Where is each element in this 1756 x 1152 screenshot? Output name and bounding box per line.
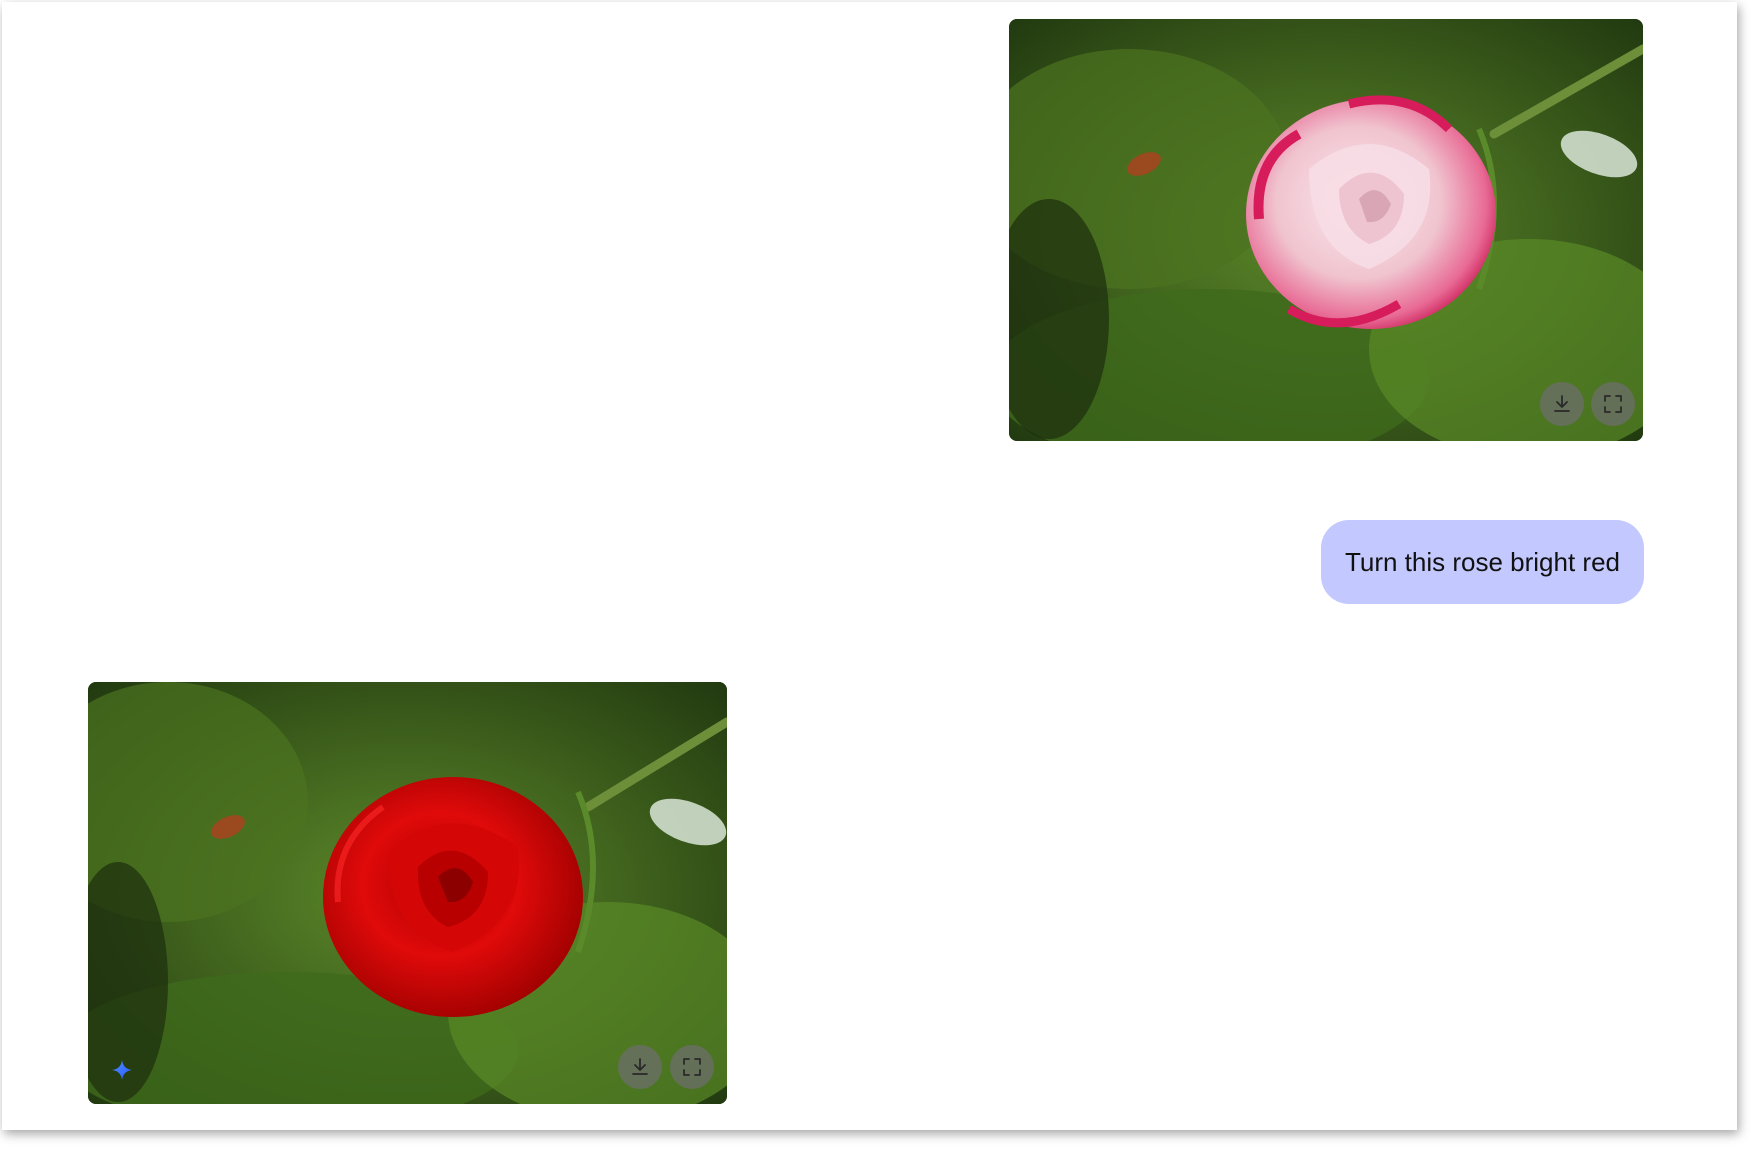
download-icon (1554, 395, 1570, 412)
fullscreen-icon (1604, 395, 1622, 413)
user-message-text: Turn this rose bright red (1344, 546, 1620, 577)
user-message-bubble: Turn this rose bright red (1320, 520, 1644, 604)
sparkle-icon (112, 1060, 132, 1080)
fullscreen-icon (683, 1058, 701, 1076)
chat-window: Turn this rose bright red (2, 2, 1737, 1130)
fullscreen-button[interactable] (670, 1045, 714, 1089)
download-button[interactable] (1540, 382, 1584, 426)
fullscreen-button[interactable] (1591, 382, 1635, 426)
download-button[interactable] (618, 1045, 662, 1089)
generated-image[interactable] (88, 682, 727, 1104)
download-icon (632, 1058, 648, 1075)
user-uploaded-image[interactable] (1009, 19, 1643, 441)
red-rose-photo (88, 682, 727, 1104)
pink-rose-photo (1009, 19, 1643, 441)
